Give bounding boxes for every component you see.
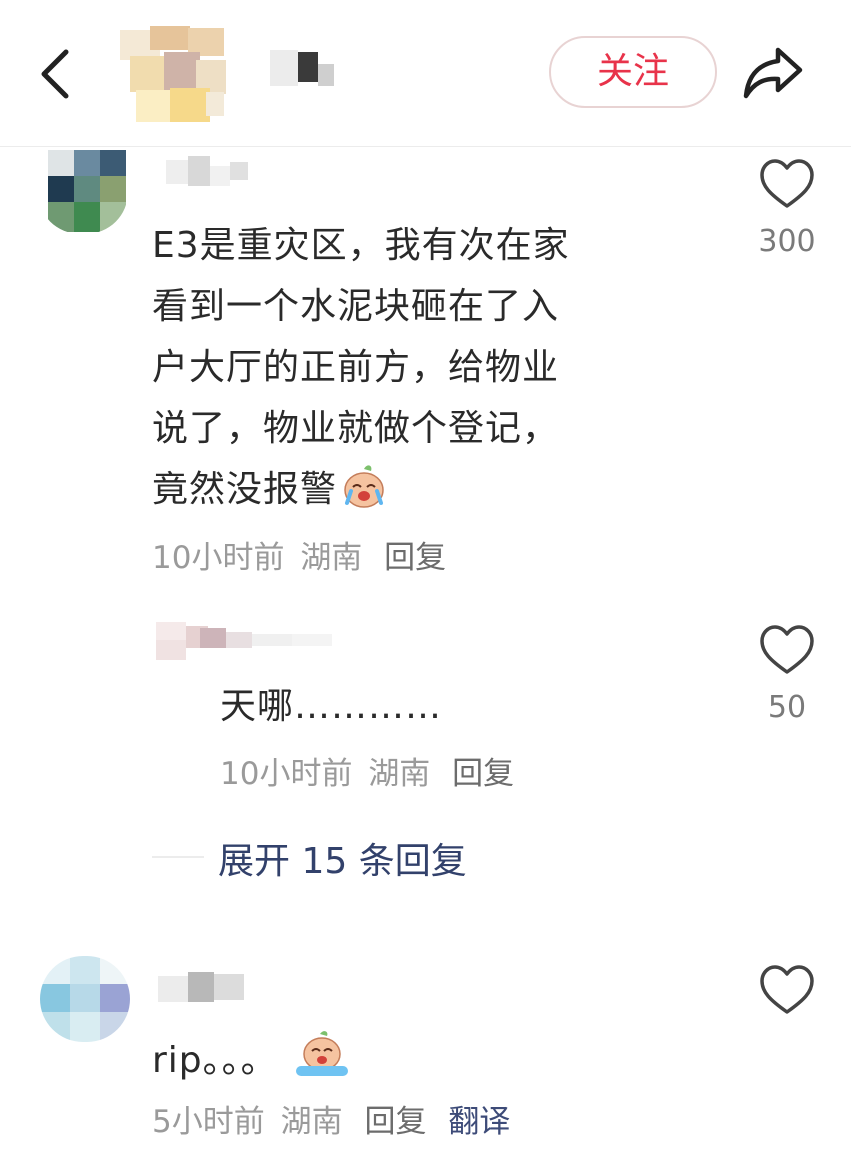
heart-outline-icon bbox=[760, 159, 814, 208]
reply-text: 天哪………… bbox=[220, 686, 443, 727]
comment-text: E3是重灾区，我有次在家 看到一个水泥块砸在了入 户大厅的正前方，给物业 说了，… bbox=[152, 215, 712, 528]
comment-time: 10小时前 bbox=[152, 540, 285, 576]
comment-time: 5小时前 bbox=[152, 1104, 265, 1140]
comment-meta: 10小时前 湖南 回复 bbox=[152, 532, 446, 577]
heart-outline-icon bbox=[760, 965, 814, 1014]
share-icon bbox=[743, 47, 803, 99]
comment-line: E3是重灾区，我有次在家 bbox=[152, 225, 570, 266]
author-avatar[interactable] bbox=[110, 20, 230, 128]
reply-reply-button[interactable]: 回复 bbox=[452, 756, 514, 792]
reply-time: 10小时前 bbox=[220, 756, 353, 792]
heart-outline-icon bbox=[760, 625, 814, 674]
comment-line-text: rip。。。 bbox=[152, 1040, 278, 1081]
comment-text: rip。。。 bbox=[152, 1030, 352, 1097]
commenter-name-blurred bbox=[166, 152, 256, 192]
reply-location: 湖南 bbox=[368, 756, 431, 792]
reply-button[interactable]: 回复 bbox=[364, 1104, 426, 1140]
follow-button[interactable]: 关注 bbox=[549, 36, 717, 108]
comment-avatar[interactable] bbox=[40, 956, 130, 1042]
back-button[interactable] bbox=[30, 40, 90, 104]
header-divider bbox=[0, 146, 851, 147]
crying-face-emoji-icon bbox=[292, 1030, 352, 1097]
comment-line: 说了，物业就做个登记， bbox=[152, 408, 560, 449]
comment-line: 看到一个水泥块砸在了入 bbox=[152, 286, 560, 327]
comment-avatar[interactable] bbox=[38, 150, 128, 234]
translate-button[interactable]: 翻译 bbox=[448, 1104, 510, 1140]
like-button[interactable] bbox=[756, 962, 818, 1022]
reply-button[interactable]: 回复 bbox=[384, 540, 446, 576]
reply-name-blurred bbox=[200, 626, 360, 656]
comment-location: 湖南 bbox=[300, 540, 363, 576]
author-name-blurred bbox=[270, 46, 340, 90]
reply-like-button[interactable]: 50 bbox=[756, 622, 818, 732]
top-bar: 关注 bbox=[0, 0, 851, 146]
reply-like-count: 50 bbox=[767, 690, 807, 725]
expand-divider bbox=[152, 856, 204, 858]
like-count: 300 bbox=[758, 224, 816, 259]
like-button[interactable]: 300 bbox=[756, 156, 818, 266]
comment-line-text: 竟然没报警 bbox=[152, 469, 338, 510]
share-button[interactable] bbox=[740, 42, 806, 102]
reply-meta: 10小时前 湖南 回复 bbox=[220, 748, 514, 793]
back-arrow-icon bbox=[41, 49, 69, 99]
comment-meta: 5小时前 湖南 回复 翻译 bbox=[152, 1096, 510, 1141]
commenter-name-blurred bbox=[158, 966, 258, 1006]
expand-replies-button[interactable]: 展开 15 条回复 bbox=[218, 832, 467, 884]
comment-location: 湖南 bbox=[280, 1104, 343, 1140]
comment-line: 户大厅的正前方，给物业 bbox=[152, 347, 560, 388]
comment-line: 竟然没报警 bbox=[152, 459, 712, 528]
crying-face-emoji-icon bbox=[341, 463, 387, 528]
